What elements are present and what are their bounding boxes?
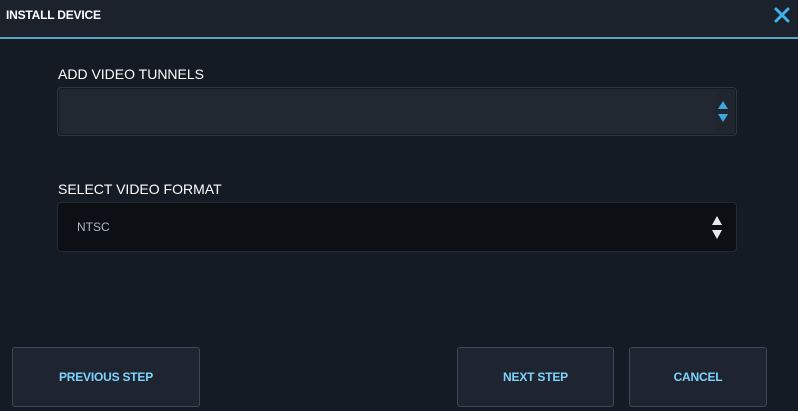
- dialog-title: INSTALL DEVICE: [6, 8, 101, 22]
- previous-step-button[interactable]: PREVIOUS STEP: [12, 347, 200, 407]
- next-step-button[interactable]: NEXT STEP: [457, 347, 614, 407]
- install-device-dialog: INSTALL DEVICE ADD VIDEO TUNNELS SELECT …: [0, 0, 798, 411]
- video-tunnels-value: [60, 90, 716, 133]
- stepper-arrows-icon[interactable]: [717, 100, 729, 124]
- video-tunnels-input[interactable]: [57, 87, 737, 136]
- video-format-value: NTSC: [77, 220, 110, 234]
- dialog-titlebar: INSTALL DEVICE: [0, 0, 798, 39]
- cancel-button[interactable]: CANCEL: [629, 347, 767, 407]
- video-format-select[interactable]: NTSC: [57, 202, 737, 252]
- select-arrows-icon: [711, 215, 723, 241]
- tunnels-label: ADD VIDEO TUNNELS: [58, 66, 204, 82]
- close-icon[interactable]: [772, 5, 792, 25]
- format-label: SELECT VIDEO FORMAT: [58, 181, 222, 197]
